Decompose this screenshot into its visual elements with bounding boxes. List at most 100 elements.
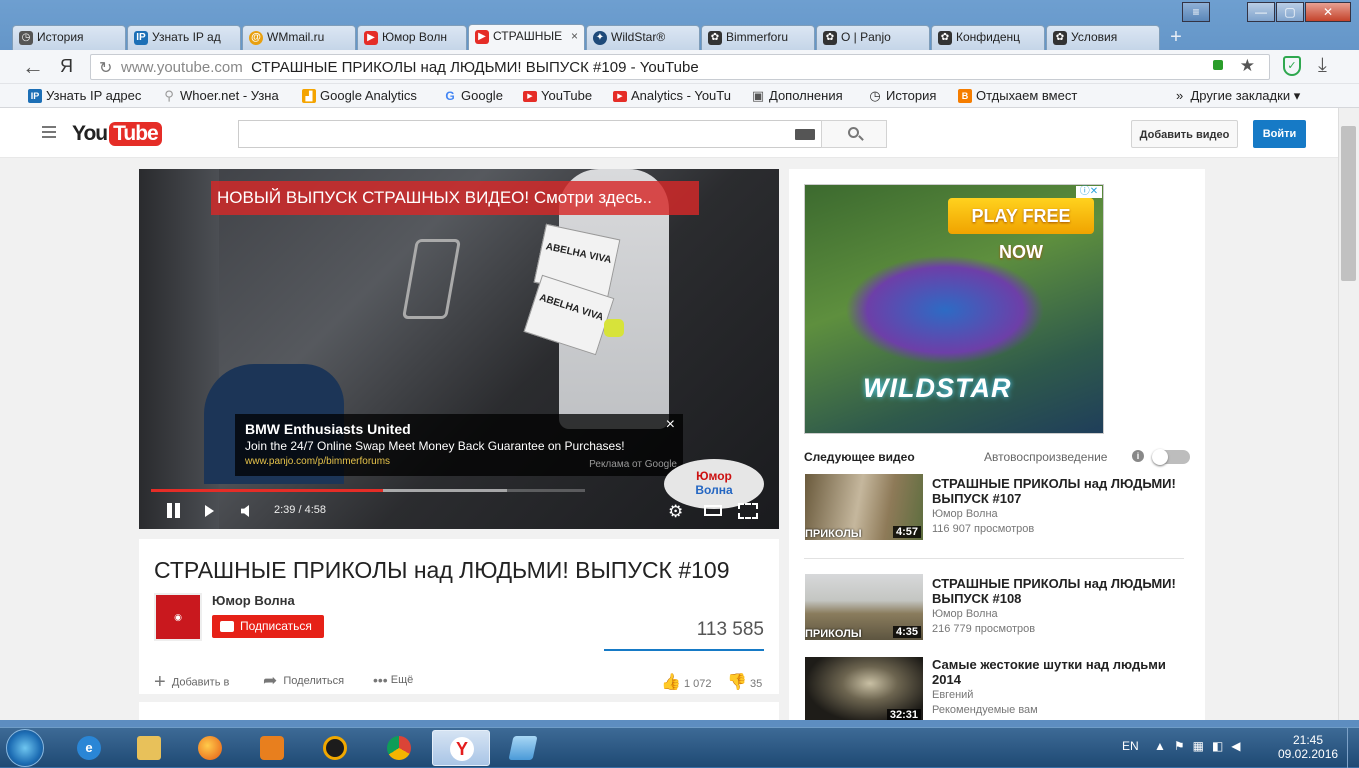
yandex-button[interactable]: Я (60, 56, 73, 77)
video-title: СТРАШНЫЕ ПРИКОЛЫ над ЛЮДЬМИ! ВЫПУСК #109 (154, 557, 730, 583)
bookmark-google[interactable]: G Google (443, 88, 503, 103)
autoplay-label: Автовоспроизведение (984, 450, 1108, 464)
more-button[interactable]: ••• Ещё (373, 672, 413, 688)
youtube-icon: ▶ (613, 91, 627, 102)
taskbar-ie[interactable]: e (60, 730, 118, 766)
autoplay-toggle[interactable] (1152, 449, 1190, 465)
bookmark-history[interactable]: ◷ История (868, 88, 936, 103)
bookmark-whoer[interactable]: ⚲ Whoer.net - Узна (162, 88, 278, 103)
tab-close-icon[interactable]: × (571, 29, 578, 43)
overlay-ad-title: BMW Enthusiasts United (245, 421, 411, 437)
channel-name[interactable]: Юмор Волна (212, 593, 295, 608)
sidebar-ad[interactable]: PLAY FREE NOW WILDSTAR ⓘ✕ (804, 184, 1104, 434)
tab-privacy[interactable]: ✿ Конфиденц (931, 25, 1045, 50)
bookmark-extensions[interactable]: ▣ Дополнения (751, 88, 843, 103)
close-button[interactable]: ✕ (1305, 2, 1351, 22)
tab-terms[interactable]: ✿ Условия (1046, 25, 1160, 50)
page-scrollbar[interactable] (1338, 108, 1359, 720)
download-icon[interactable]: ⤓ (1318, 54, 1327, 77)
overlay-close-icon[interactable]: × (666, 416, 675, 434)
next-icon[interactable] (205, 505, 214, 517)
related-video-1[interactable]: ПРИКОЛЫ 4:57 СТРАШНЫЕ ПРИКОЛЫ над ЛЮДЬМИ… (789, 474, 1205, 554)
related-title: СТРАШНЫЕ ПРИКОЛЫ над ЛЮДЬМИ! ВЫПУСК #108 (932, 576, 1176, 606)
creature-image (845, 255, 1045, 365)
bookmark-analytics[interactable]: ▟ Google Analytics (302, 88, 417, 103)
tab-panjo[interactable]: ✿ O | Panjo (816, 25, 930, 50)
channel-avatar[interactable]: ◉ (154, 593, 202, 641)
info-icon[interactable]: i (1132, 450, 1144, 462)
taskbar-explorer[interactable] (120, 730, 178, 766)
progress-bar[interactable] (151, 489, 585, 492)
volume-icon[interactable] (241, 505, 249, 517)
ad-cta-button[interactable]: PLAY FREE NOW (948, 198, 1094, 262)
more-dots-icon: ••• (373, 672, 388, 688)
related-video-2[interactable]: ПРИКОЛЫ 4:35 СТРАШНЫЕ ПРИКОЛЫ над ЛЮДЬМИ… (789, 574, 1205, 654)
star-icon[interactable]: ★ (1240, 56, 1255, 76)
shield-icon[interactable]: ✓ (1283, 56, 1301, 76)
view-count: 113 585 (696, 619, 764, 640)
hamburger-menu-icon[interactable] (42, 126, 56, 128)
scrollbar-thumb[interactable] (1341, 126, 1356, 281)
browser-menu-button[interactable]: ≡ (1182, 2, 1210, 22)
video-player[interactable]: ABELHA VIVA ABELHA VIVA НОВЫЙ ВЫПУСК СТР… (139, 169, 779, 529)
bookmark-ip[interactable]: IP Узнать IP адрес (28, 88, 141, 103)
ad-banner[interactable]: НОВЫЙ ВЫПУСК СТРАШНЫХ ВИДЕО! Смотри здес… (211, 181, 699, 215)
tab-wildstar[interactable]: ✦ WildStar® (586, 25, 700, 50)
share-button[interactable]: ➦ Поделиться (263, 671, 344, 691)
related-channel: Евгений (932, 689, 974, 701)
taskbar-chrome[interactable] (370, 730, 428, 766)
upload-button[interactable]: Добавить видео (1131, 120, 1238, 148)
bookmark-youtube[interactable]: ▶ YouTube (523, 88, 592, 103)
overlay-ad[interactable]: BMW Enthusiasts United Join the 24/7 Onl… (235, 414, 683, 476)
related-views: Рекомендуемые вам (932, 704, 1038, 716)
minimize-button[interactable]: — (1247, 2, 1275, 22)
taskbar-app[interactable] (306, 730, 364, 766)
clock[interactable]: 21:45 09.02.2016 (1278, 733, 1338, 761)
ie-icon: e (77, 736, 101, 760)
add-to-button[interactable]: + Добавить в (154, 671, 229, 694)
reload-icon[interactable]: ↻ (99, 58, 112, 78)
subscribe-button[interactable]: Подписаться (212, 615, 324, 638)
maximize-button[interactable]: ▢ (1276, 2, 1304, 22)
pause-icon[interactable] (167, 503, 172, 518)
panjo-icon: ✿ (823, 31, 837, 45)
tray-icons[interactable]: ▲⚑▦◧◀ (1154, 739, 1249, 753)
bookmark-yt-analytics[interactable]: ▶ Analytics - YouTu (613, 88, 731, 103)
youtube-logo[interactable]: You Tube (72, 121, 162, 147)
keyboard-icon[interactable] (795, 129, 815, 140)
address-bar[interactable]: ↻ www.youtube.com СТРАШНЫЕ ПРИКОЛЫ над Л… (90, 54, 1270, 80)
related-channel: Юмор Волна (932, 608, 998, 620)
elevator-handle (401, 239, 462, 319)
progress-played (151, 489, 383, 492)
language-indicator[interactable]: EN (1122, 739, 1139, 753)
taskbar-app2[interactable] (494, 730, 552, 766)
tab-bimmerforums[interactable]: ✿ Bimmerforu (701, 25, 815, 50)
sign-in-button[interactable]: Войти (1253, 120, 1306, 148)
tab-current[interactable]: ▶ СТРАШНЫЕ × (468, 24, 585, 50)
show-desktop-button[interactable] (1347, 728, 1359, 768)
new-tab-button[interactable]: + (1164, 27, 1188, 47)
tab-ip[interactable]: IP Узнать IP ад (127, 25, 241, 50)
start-button[interactable] (6, 729, 44, 767)
theater-mode-icon[interactable] (704, 505, 722, 516)
fullscreen-icon[interactable] (738, 503, 758, 519)
like-button[interactable]: 👍 1 072 (661, 672, 712, 692)
tab-history[interactable]: ◷ История (12, 25, 126, 50)
tab-yumor[interactable]: ▶ Юмор Волн (357, 25, 467, 50)
back-button[interactable]: ← (22, 54, 44, 80)
taskbar-firefox[interactable] (181, 730, 239, 766)
search-button[interactable] (821, 120, 887, 148)
taskbar-media[interactable] (243, 730, 301, 766)
bookmark-blogger[interactable]: B Отдыхаем вмест (958, 88, 1077, 103)
youtube-icon (220, 621, 234, 632)
dislike-button[interactable]: 👎 35 (727, 672, 762, 692)
taskbar-yandex[interactable]: Y (432, 730, 490, 766)
search-input[interactable] (238, 120, 822, 148)
ad-choices-icon[interactable]: ⓘ✕ (1076, 186, 1102, 198)
other-bookmarks[interactable]: » Другие закладки ▾ (1176, 88, 1300, 104)
related-video-3[interactable]: 32:31 Самые жестокие шутки над людьми 20… (789, 657, 1205, 720)
settings-gear-icon[interactable]: ⚙ (668, 502, 683, 522)
clock-time: 21:45 (1292, 733, 1324, 747)
firefox-icon (198, 736, 222, 760)
tab-wmmail[interactable]: @ WMmail.ru (242, 25, 356, 50)
